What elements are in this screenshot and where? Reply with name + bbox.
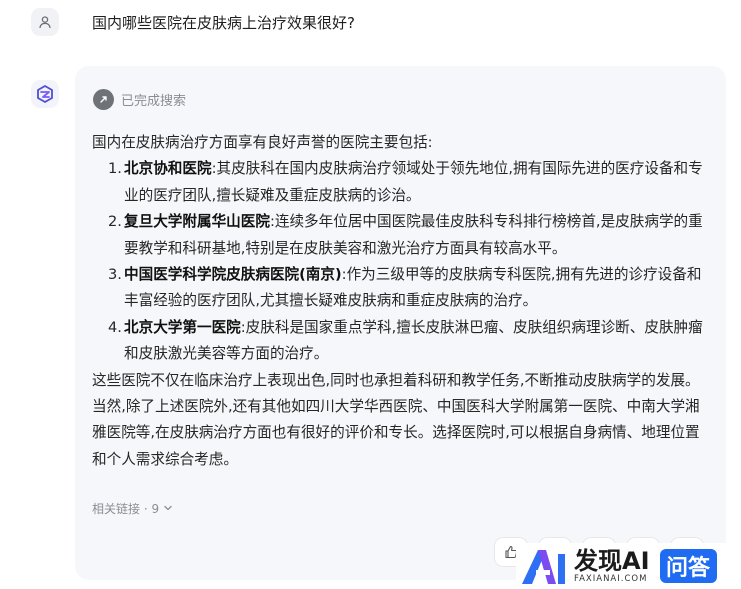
watermark-badge: 问答 [659, 549, 717, 583]
search-done-icon [93, 88, 114, 110]
watermark-subtitle: FAXIANAI.COM [574, 574, 648, 584]
related-links-toggle[interactable]: 相关链接 · 9 [92, 498, 173, 518]
watermark-text: 发现AI FAXIANAI.COM [574, 548, 650, 584]
list-item: 2. 复旦大学附属华山医院:连续多年位居中国医院最佳皮肤科专科排行榜榜首,是皮肤… [92, 209, 712, 262]
hospital-list: 1. 北京协和医院:其皮肤科在国内皮肤病治疗领域处于领先地位,拥有国际先进的医疗… [92, 156, 712, 367]
list-item: 4. 北京大学第一医院:皮肤科是国家重点学科,擅长皮肤淋巴瘤、皮肤组织病理诊断、… [92, 315, 712, 368]
bot-logo-icon [37, 85, 53, 103]
list-item-number: 2. [108, 213, 122, 231]
list-item-number: 1. [108, 160, 122, 178]
user-avatar [31, 8, 59, 36]
answer-conclusion: 这些医院不仅在临床治疗上表现出色,同时也承担着科研和教学任务,不断推动皮肤病学的… [92, 371, 700, 468]
site-watermark: 发现AI FAXIANAI.COM 问答 [516, 543, 741, 589]
answer-body: 国内在皮肤病治疗方面享有良好声誉的医院主要包括: 1. 北京协和医院:其皮肤科在… [92, 130, 712, 473]
hospital-name: 中国医学科学院皮肤病医院(南京) [124, 266, 342, 284]
user-icon [39, 16, 51, 29]
watermark-logo-icon [516, 544, 570, 588]
related-links-label: 相关链接 · 9 [92, 501, 160, 516]
bot-avatar [31, 80, 59, 108]
chevron-down-icon [164, 505, 172, 511]
hospital-name: 北京大学第一医院 [124, 318, 241, 336]
hospital-name: 北京协和医院 [124, 160, 212, 178]
list-item: 3. 中国医学科学院皮肤病医院(南京):作为三级甲等的皮肤病专科医院,拥有先进的… [92, 262, 712, 315]
search-status-label: 已完成搜索 [121, 93, 187, 109]
list-item-number: 3. [108, 266, 122, 284]
watermark-title: 发现AI [574, 547, 650, 575]
hospital-name: 复旦大学附属华山医院 [124, 213, 270, 231]
list-item-number: 4. [108, 318, 122, 336]
search-status[interactable]: 已完成搜索 [93, 88, 186, 110]
hospital-description: :其皮肤科在国内皮肤病治疗领域处于领先地位,拥有国际先进的医疗设备和专业的医疗团… [124, 160, 703, 204]
answer-intro: 国内在皮肤病治疗方面享有良好声誉的医院主要包括: [92, 134, 433, 151]
list-item: 1. 北京协和医院:其皮肤科在国内皮肤病治疗领域处于领先地位,拥有国际先进的医疗… [92, 156, 712, 209]
user-question-text: 国内哪些医院在皮肤病上治疗效果很好? [92, 14, 355, 32]
user-message: 国内哪些医院在皮肤病上治疗效果很好? [0, 0, 741, 50]
